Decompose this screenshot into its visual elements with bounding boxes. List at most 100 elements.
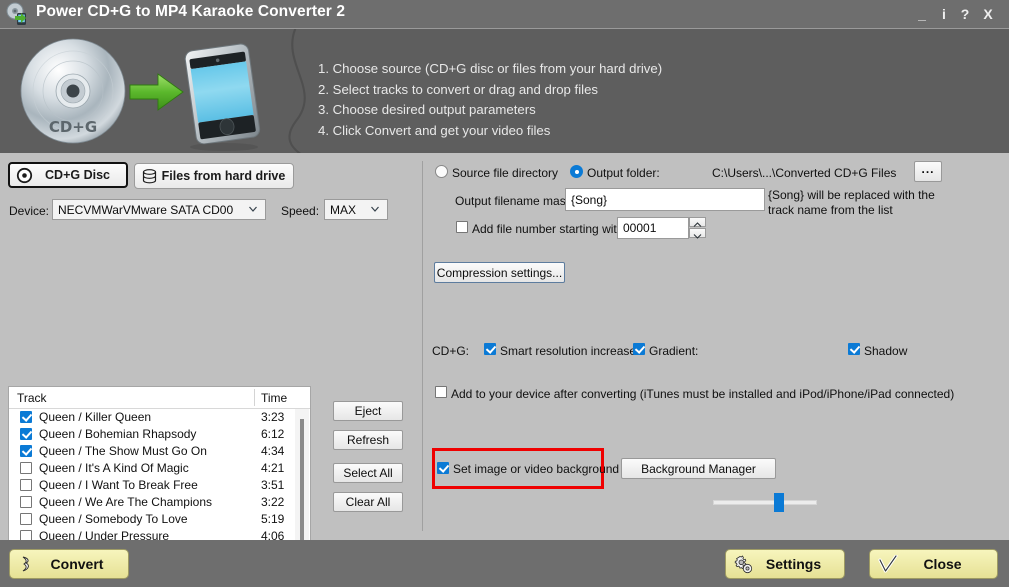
refresh-button[interactable]: Refresh: [333, 430, 403, 450]
output-path-text: C:\Users\...\Converted CD+G Files: [712, 166, 897, 180]
svg-text:CD+G: CD+G: [49, 118, 97, 136]
column-divider: [254, 389, 255, 406]
file-number-spinner-down[interactable]: [689, 228, 706, 239]
gradient-checkbox[interactable]: [633, 343, 645, 355]
cdg-group-label: CD+G:: [432, 344, 470, 358]
table-row[interactable]: Queen / We Are The Champions 3:22: [9, 494, 297, 511]
track-checkbox[interactable]: [20, 496, 32, 508]
shadow-label[interactable]: Shadow: [864, 344, 907, 358]
table-row[interactable]: Queen / The Show Must Go On 4:34: [9, 443, 297, 460]
add-to-device-checkbox[interactable]: [435, 386, 447, 398]
table-row[interactable]: Queen / Killer Queen 3:23: [9, 409, 297, 426]
track-time: 3:51: [261, 478, 285, 492]
speed-select[interactable]: MAX: [324, 199, 388, 220]
track-checkbox[interactable]: [20, 479, 32, 491]
instruction-step-3: 3. Choose desired output parameters: [318, 102, 536, 117]
radio-output-folder-label[interactable]: Output folder:: [587, 166, 660, 180]
background-manager-button[interactable]: Background Manager: [621, 458, 776, 479]
instruction-step-2: 2. Select tracks to convert or drag and …: [318, 81, 599, 97]
disc-icon: [16, 167, 33, 184]
title-bar: Power CD+G to MP4 Karaoke Converter 2 _ …: [0, 0, 1009, 29]
file-number-input[interactable]: 00001: [617, 217, 689, 239]
header-banner: CD+G 1. Choose source (CD+G disc or file…: [0, 29, 1009, 153]
mask-hint-line-1: {Song} will be replaced with the: [768, 188, 935, 202]
track-time: 4:21: [261, 461, 285, 475]
smart-resolution-increase-label[interactable]: Smart resolution increase: [500, 344, 636, 358]
gears-icon: [734, 554, 753, 574]
footer-bar: Convert Settings Close: [0, 540, 1009, 587]
instruction-step-4: 4. Click Convert and get your video file…: [318, 122, 551, 138]
source-tab-files-from-hard-drive[interactable]: Files from hard drive: [134, 163, 294, 189]
clear-all-button[interactable]: Clear All: [333, 492, 403, 512]
output-filename-mask-label: Output filename mask:: [455, 194, 576, 208]
track-time: 3:23: [261, 410, 285, 424]
help-button[interactable]: ?: [956, 4, 974, 24]
track-time: 6:12: [261, 427, 285, 441]
track-name: Queen / We Are The Champions: [39, 495, 212, 509]
eject-button[interactable]: Eject: [333, 401, 403, 421]
checkmark-icon: [878, 554, 898, 574]
track-time: 5:19: [261, 512, 285, 526]
track-name: Queen / Bohemian Rhapsody: [39, 427, 197, 441]
track-name: Queen / The Show Must Go On: [39, 444, 207, 458]
gradient-slider-thumb[interactable]: [774, 493, 784, 512]
file-number-value: 00001: [623, 221, 657, 235]
output-filename-mask-value: {Song}: [571, 192, 608, 207]
column-header-time: Time: [261, 391, 288, 405]
instruction-steps: 1. Choose source (CD+G disc or files fro…: [318, 59, 662, 141]
track-checkbox[interactable]: [20, 513, 32, 525]
settings-button[interactable]: Settings: [725, 549, 845, 579]
track-checkbox[interactable]: [20, 462, 32, 474]
gradient-slider-track[interactable]: [713, 500, 817, 505]
minimize-button[interactable]: _: [913, 4, 931, 24]
convert-icon: [18, 555, 36, 573]
set-image-or-video-background-label[interactable]: Set image or video background: [453, 462, 619, 476]
radio-source-file-directory-label[interactable]: Source file directory: [452, 166, 558, 180]
device-select[interactable]: NECVMWarVMware SATA CD00: [52, 199, 266, 220]
track-list-header: Track Time: [9, 387, 310, 409]
shadow-checkbox[interactable]: [848, 343, 860, 355]
track-name: Queen / It's A Kind Of Magic: [39, 461, 189, 475]
speed-select-value: MAX: [330, 202, 357, 217]
application-window: Power CD+G to MP4 Karaoke Converter 2 _ …: [0, 0, 1009, 587]
compression-settings-button[interactable]: Compression settings...: [434, 262, 565, 283]
column-header-track: Track: [17, 391, 47, 405]
track-time: 3:22: [261, 495, 285, 509]
radio-output-folder[interactable]: [570, 165, 583, 178]
device-label: Device:: [9, 204, 50, 218]
track-checkbox[interactable]: [20, 411, 32, 423]
chevron-down-icon: [248, 203, 258, 213]
close-button[interactable]: Close: [869, 549, 998, 579]
table-row[interactable]: Queen / I Want To Break Free 3:51: [9, 477, 297, 494]
info-button[interactable]: i: [935, 4, 953, 24]
table-row[interactable]: Queen / Somebody To Love 5:19: [9, 511, 297, 528]
select-all-button[interactable]: Select All: [333, 463, 403, 483]
track-checkbox[interactable]: [20, 428, 32, 440]
file-number-spinner-up[interactable]: [689, 217, 706, 227]
gradient-label[interactable]: Gradient:: [649, 344, 698, 358]
smart-resolution-increase-checkbox[interactable]: [484, 343, 496, 355]
radio-source-file-directory[interactable]: [435, 165, 448, 178]
browse-output-folder-button[interactable]: ...: [914, 161, 942, 182]
table-row[interactable]: Queen / Bohemian Rhapsody 6:12: [9, 426, 297, 443]
track-name: Queen / Killer Queen: [39, 410, 152, 424]
convert-button[interactable]: Convert: [9, 549, 129, 579]
speed-label: Speed:: [281, 204, 320, 218]
instruction-step-1: 1. Choose source (CD+G disc or files fro…: [318, 61, 663, 76]
source-tab-cdg-disc-label: CD+G Disc: [45, 168, 110, 182]
add-to-device-label[interactable]: Add to your device after converting (iTu…: [451, 387, 954, 401]
convert-button-label: Convert: [50, 556, 104, 572]
stack-icon: [141, 168, 158, 185]
table-row[interactable]: Queen / It's A Kind Of Magic 4:21: [9, 460, 297, 477]
add-file-number-checkbox[interactable]: [456, 221, 468, 233]
track-name: Queen / Somebody To Love: [39, 512, 188, 526]
close-window-button[interactable]: X: [979, 4, 997, 24]
track-name: Queen / I Want To Break Free: [39, 478, 198, 492]
mask-hint-line-2: track name from the list: [768, 203, 893, 217]
add-file-number-label[interactable]: Add file number starting with: [472, 222, 623, 236]
track-checkbox[interactable]: [20, 445, 32, 457]
output-filename-mask-input[interactable]: {Song}: [565, 188, 765, 211]
main-content: CD+G Disc Files from hard drive Device: …: [0, 153, 1009, 587]
source-tab-cdg-disc[interactable]: CD+G Disc: [8, 162, 128, 188]
set-image-or-video-background-checkbox[interactable]: [437, 462, 449, 474]
